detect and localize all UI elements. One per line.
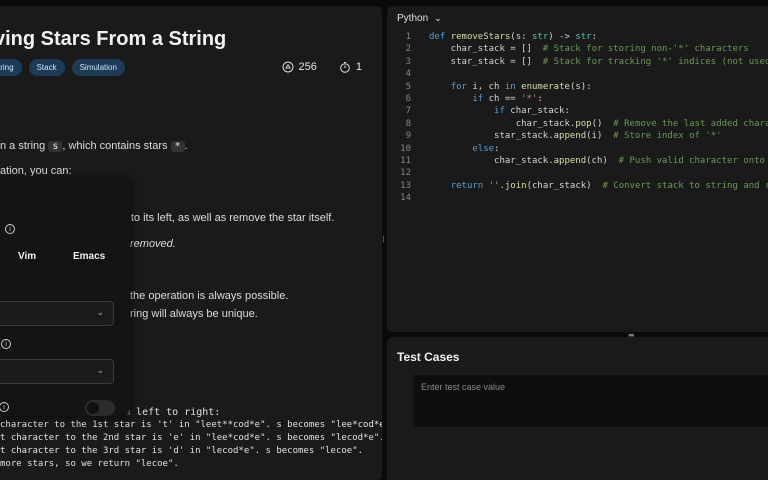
line-number: 2 bbox=[405, 44, 411, 55]
language-selector[interactable]: Python ⌄ bbox=[397, 13, 442, 24]
likes-count: 256 bbox=[298, 61, 317, 73]
chevron-down-icon: ⌄ bbox=[96, 308, 104, 318]
line-number: 6 bbox=[405, 93, 411, 104]
line-number: 11 bbox=[400, 155, 411, 166]
code-line: 8 char_stack.pop() # Remove the last add… bbox=[387, 118, 768, 130]
explanation-line-4: more stars, so we return "lecoe". bbox=[0, 459, 179, 469]
code-line: 4 bbox=[387, 68, 768, 80]
comments-count: 1 bbox=[355, 61, 362, 73]
code-line: 1 def removeStars(s: str) -> str: bbox=[387, 31, 768, 43]
likes-stat[interactable]: 256 bbox=[282, 61, 317, 73]
code-line: 14 bbox=[387, 192, 768, 204]
vertical-splitter-handle[interactable]: ⁞ bbox=[382, 235, 386, 245]
keybinding-option-vim[interactable]: Vim bbox=[18, 251, 36, 262]
tag-simulation[interactable]: Simulation bbox=[71, 59, 125, 76]
code-line: 2 char_stack = [] # Stack for storing no… bbox=[387, 43, 768, 55]
test-case-input[interactable] bbox=[413, 375, 768, 427]
timer-stat[interactable]: 1 bbox=[339, 61, 362, 73]
code-line: 9 star_stack.append(i) # Store index of … bbox=[387, 130, 768, 142]
problem-panel: ving Stars From a String tring Stack Sim… bbox=[0, 6, 382, 480]
desc-line-4: removed. bbox=[130, 238, 176, 250]
inline-code-s: s bbox=[48, 141, 63, 152]
line-number: 9 bbox=[405, 131, 411, 142]
line-number: 12 bbox=[400, 168, 411, 179]
code-editor[interactable]: Python ⌄ 1 def removeStars(s: str) -> str… bbox=[387, 6, 768, 332]
code-line: 10 else: bbox=[387, 143, 768, 155]
code-line: 3 star_stack = [] # Stack for tracking '… bbox=[387, 56, 768, 68]
code-line: 6 if ch == '*': bbox=[387, 93, 768, 105]
problem-title: ving Stars From a String bbox=[0, 28, 227, 50]
topic-tags: tring Stack Simulation bbox=[0, 59, 125, 76]
code-line: 11 char_stack.append(ch) # Push valid ch… bbox=[387, 155, 768, 167]
line-number: 8 bbox=[405, 118, 411, 129]
test-cases-title: Test Cases bbox=[397, 350, 460, 364]
test-cases-panel: Test Cases bbox=[387, 337, 768, 480]
info-icon[interactable]: i bbox=[0, 402, 9, 412]
line-number: 4 bbox=[405, 69, 411, 80]
code-line: 13 return ''.join(char_stack) # Convert … bbox=[387, 180, 768, 192]
code-area[interactable]: 1 def removeStars(s: str) -> str: 2 char_… bbox=[387, 31, 768, 204]
explanation-line-3: t character to the 3rd star is 'd' in "l… bbox=[0, 446, 364, 456]
problem-stats: 256 1 bbox=[282, 61, 362, 73]
desc-text: n a string bbox=[0, 140, 49, 152]
chevron-down-icon: ⌄ bbox=[96, 366, 104, 376]
desc-line-1: n a string s, which contains stars *. bbox=[0, 140, 188, 152]
explanation-line-1: character to the 1st star is 't' in "lee… bbox=[0, 420, 382, 430]
desc-text: , which contains stars bbox=[62, 140, 171, 152]
horizontal-splitter-handle[interactable]: ▬ bbox=[628, 331, 638, 339]
settings-toggle[interactable] bbox=[85, 400, 115, 416]
desc-text: . bbox=[184, 140, 188, 152]
settings-select-2[interactable]: ⌄ bbox=[0, 359, 114, 384]
desc-line-3: er to its left, as well as remove the st… bbox=[118, 212, 335, 224]
editor-settings-popup: i Vim Emacs ⌄ i ⌄ i bbox=[0, 176, 129, 416]
tag-string[interactable]: tring bbox=[0, 59, 22, 76]
info-icon[interactable]: i bbox=[5, 224, 15, 234]
line-number: 3 bbox=[405, 56, 411, 67]
settings-select-1[interactable]: ⌄ bbox=[0, 301, 114, 326]
line-number: 1 bbox=[405, 32, 411, 42]
desc-line-5: the operation is always possible. bbox=[130, 290, 289, 302]
line-number: 13 bbox=[400, 180, 411, 191]
keybinding-option-emacs[interactable]: Emacs bbox=[73, 251, 105, 262]
line-number: 10 bbox=[400, 143, 411, 154]
desc-line-6: ring will always be unique. bbox=[130, 308, 258, 320]
stopwatch-icon bbox=[340, 62, 350, 73]
explanation-heading: om left to right: bbox=[118, 407, 221, 418]
code-line: 7 if char_stack: bbox=[387, 105, 768, 117]
thumbs-up-icon bbox=[282, 61, 294, 73]
line-number: 5 bbox=[405, 81, 411, 92]
code-line: 12 bbox=[387, 167, 768, 179]
explanation-line-2: t character to the 2nd star is 'e' in "l… bbox=[0, 433, 382, 443]
language-label: Python bbox=[397, 13, 429, 24]
chevron-down-icon: ⌄ bbox=[434, 13, 442, 23]
line-number: 14 bbox=[400, 193, 411, 204]
inline-code-star: * bbox=[170, 141, 185, 152]
line-number: 7 bbox=[405, 106, 411, 117]
info-icon[interactable]: i bbox=[1, 339, 11, 349]
tag-stack[interactable]: Stack bbox=[28, 59, 65, 76]
code-line: 5 for i, ch in enumerate(s): bbox=[387, 81, 768, 93]
